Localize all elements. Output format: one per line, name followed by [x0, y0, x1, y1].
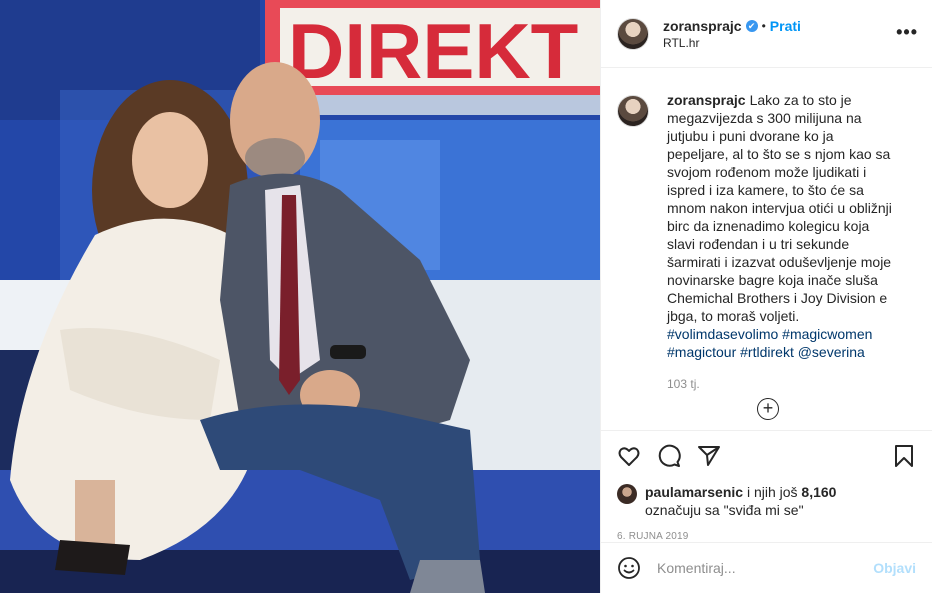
bookmark-icon[interactable]	[892, 444, 916, 468]
post-header: zoransprajc ✔ • Prati RTL.hr •••	[601, 0, 932, 68]
caption-avatar[interactable]	[617, 95, 649, 127]
caption-username[interactable]: zoransprajc	[667, 92, 746, 108]
post-comment-button[interactable]: Objavi	[873, 560, 916, 576]
emoji-icon[interactable]	[617, 556, 641, 580]
header-row: zoransprajc ✔ • Prati	[663, 18, 801, 34]
author-avatar[interactable]	[617, 17, 649, 50]
post-panel: zoransprajc ✔ • Prati RTL.hr ••• zoransp…	[600, 0, 932, 593]
caption-text: Lako za to sto je megazvijezda s 300 mil…	[667, 92, 892, 324]
comment-bar: Objavi	[601, 542, 932, 593]
liker-avatar[interactable]	[617, 484, 637, 504]
liker-username[interactable]: paulamarsenic	[645, 484, 743, 500]
likes-count[interactable]: 8,160	[801, 484, 836, 500]
load-more-comments-icon[interactable]: +	[757, 398, 779, 420]
heart-icon[interactable]	[617, 444, 641, 468]
comment-icon[interactable]	[657, 444, 681, 468]
follow-button[interactable]: Prati	[770, 18, 801, 34]
likes-summary: paulamarsenic i njih još 8,160 označuju …	[617, 483, 916, 519]
caption-hashtags[interactable]: #volimdasevolimo #magicwomen #magictour …	[667, 325, 897, 361]
caption-time: 103 tj.	[667, 377, 700, 391]
post-date: 6. RUJNA 2019	[617, 531, 689, 542]
comment-input[interactable]	[657, 560, 874, 576]
verified-icon: ✔	[745, 19, 758, 32]
caption-area: zoransprajc Lako za to sto je megazvijezd…	[601, 69, 932, 431]
likes-suffix: označuju sa "sviđa mi se"	[645, 502, 804, 518]
sign-text: DIREKT	[288, 7, 578, 95]
header-text: zoransprajc ✔ • Prati RTL.hr	[663, 18, 801, 50]
share-icon[interactable]	[697, 444, 721, 468]
actions-area: paulamarsenic i njih još 8,160 označuju …	[601, 430, 932, 542]
more-options-icon[interactable]: •••	[896, 22, 918, 43]
likes-middle: i njih još	[743, 484, 802, 500]
separator-dot: •	[761, 18, 766, 33]
caption-body: zoransprajc Lako za to sto je megazvijezd…	[667, 91, 897, 393]
caption: zoransprajc Lako za to sto je megazvijezd…	[617, 91, 916, 393]
likes-text: paulamarsenic i njih još 8,160 označuju …	[645, 483, 836, 519]
photo-illustration: DIREKT	[0, 0, 600, 593]
author-username[interactable]: zoransprajc	[663, 18, 742, 34]
location-link[interactable]: RTL.hr	[663, 36, 801, 50]
action-icons	[617, 441, 916, 471]
post-photo[interactable]: DIREKT	[0, 0, 600, 593]
